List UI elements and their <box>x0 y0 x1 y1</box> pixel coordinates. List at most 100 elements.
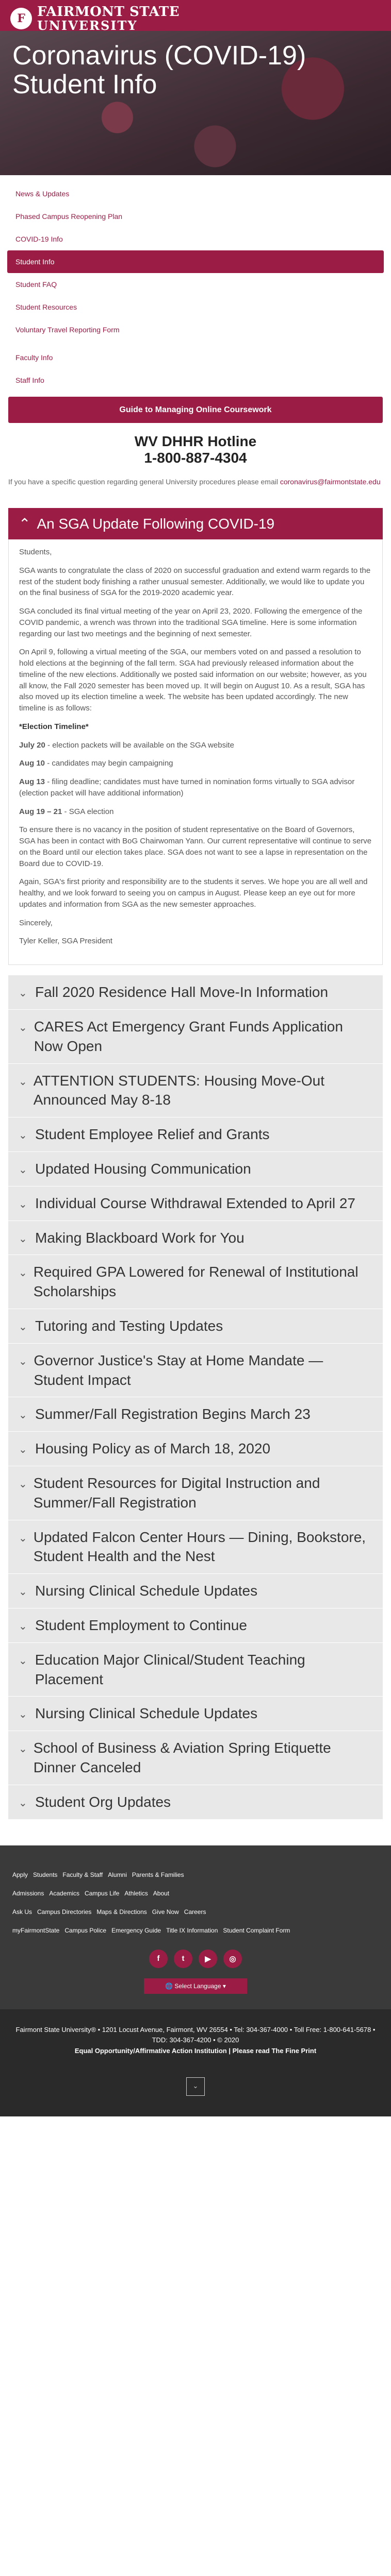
subnav-travel-form[interactable]: Voluntary Travel Reporting Form <box>7 318 384 341</box>
timeline-date: Aug 19 – 21 <box>19 807 62 816</box>
site-footer: Apply Students Faculty & Staff Alumni Parent… <box>0 1845 391 2009</box>
chevron-down-icon: ⌄ <box>192 2082 199 2090</box>
subnav-student-faq[interactable]: Student FAQ <box>7 273 384 296</box>
footer-link[interactable]: Ask Us <box>12 1908 32 1916</box>
footer-link[interactable]: Campus Directories <box>37 1908 91 1916</box>
chevron-down-icon: ⌄ <box>19 1620 27 1632</box>
accordion-open-item: ⌃ An SGA Update Following COVID-19 Stude… <box>8 508 383 965</box>
subnav-news[interactable]: News & Updates <box>7 182 384 205</box>
university-logo[interactable]: F FAIRMONT STATE UNIVERSITY <box>10 5 180 32</box>
accordion-item[interactable]: ⌄ School of Business & Aviation Spring Et… <box>8 1731 383 1785</box>
footer-link[interactable]: About <box>153 1890 169 1897</box>
accordion-item[interactable]: ⌄ Updated Falcon Center Hours — Dining, B… <box>8 1520 383 1574</box>
accordion-item[interactable]: ⌄ Summer/Fall Registration Begins March 2… <box>8 1397 383 1432</box>
chevron-down-icon: ⌄ <box>19 1586 27 1598</box>
footer-link[interactable]: Campus Police <box>64 1927 106 1934</box>
logo-line1: FAIRMONT STATE <box>37 4 180 20</box>
chevron-down-icon: ⌄ <box>19 1164 27 1176</box>
accordion-item[interactable]: ⌄ Governor Justice's Stay at Home Mandate… <box>8 1343 383 1398</box>
footer-eeo[interactable]: Equal Opportunity/Affirmative Action Ins… <box>12 2046 379 2057</box>
footer-link[interactable]: Emergency Guide <box>111 1927 161 1934</box>
footer-link[interactable]: Parents & Families <box>132 1871 184 1878</box>
footer-link[interactable]: Academics <box>49 1890 79 1897</box>
chevron-down-icon: ⌄ <box>19 1198 27 1210</box>
footer-link[interactable]: Apply <box>12 1871 28 1878</box>
subnav-staff-info[interactable]: Staff Info <box>7 369 384 392</box>
footer-link[interactable]: myFairmontState <box>12 1927 59 1934</box>
facebook-icon[interactable]: f <box>149 1949 168 1968</box>
subnav-student-resources[interactable]: Student Resources <box>7 296 384 318</box>
timeline-text: - SGA election <box>64 807 114 816</box>
footer-link[interactable]: Faculty & Staff <box>62 1871 103 1878</box>
footer-link[interactable]: Student Complaint Form <box>223 1927 290 1934</box>
timeline-item: July 20 - election packets will be avail… <box>19 740 372 751</box>
chevron-down-icon: ⌄ <box>19 1410 27 1421</box>
accordion-item[interactable]: ⌄ Updated Housing Communication <box>8 1151 383 1187</box>
salutation: Students, <box>19 548 52 557</box>
header-bar: F FAIRMONT STATE UNIVERSITY <box>0 0 391 32</box>
subnav-faculty-info[interactable]: Faculty Info <box>7 346 384 369</box>
accordion-item[interactable]: ⌄ Fall 2020 Residence Hall Move-In Inform… <box>8 975 383 1010</box>
hotline-title: WV DHHR Hotline <box>134 433 257 450</box>
chevron-down-icon: ⌄ <box>19 1355 27 1367</box>
chevron-down-icon: ⌄ <box>19 1709 27 1721</box>
accordion-item-title: Nursing Clinical Schedule Updates <box>35 1583 258 1599</box>
footer-link[interactable]: Careers <box>184 1908 206 1916</box>
accordion-body: Students, SGA wants to congratulate the … <box>8 539 383 965</box>
footer-link[interactable]: Campus Life <box>85 1890 119 1897</box>
accordion-item[interactable]: ⌄ Nursing Clinical Schedule Updates <box>8 1697 383 1732</box>
twitter-icon[interactable]: t <box>174 1949 192 1968</box>
accordion-item-title: Individual Course Withdrawal Extended to… <box>35 1195 356 1211</box>
accordion-item[interactable]: ⌄ Student Resources for Digital Instructi… <box>8 1466 383 1520</box>
footer-link[interactable]: Alumni <box>108 1871 127 1878</box>
accordion-item[interactable]: ⌄ ATTENTION STUDENTS: Housing Move-Out An… <box>8 1063 383 1118</box>
accordion-item[interactable]: ⌄ Student Org Updates <box>8 1785 383 1820</box>
accordion-item-title: Summer/Fall Registration Begins March 23 <box>35 1406 311 1422</box>
footer-link[interactable]: Title IX Information <box>166 1927 218 1934</box>
accordion-item[interactable]: ⌄ Nursing Clinical Schedule Updates <box>8 1574 383 1608</box>
chevron-down-icon: ⌄ <box>19 1743 27 1755</box>
accordion-item[interactable]: ⌄ Student Employee Relief and Grants <box>8 1117 383 1152</box>
language-select[interactable]: 🌐 Select Language ▾ <box>144 1978 247 1994</box>
accordion-item[interactable]: ⌄ Individual Course Withdrawal Extended t… <box>8 1186 383 1221</box>
subnav-student-info[interactable]: Student Info <box>7 250 384 273</box>
online-coursework-button[interactable]: Guide to Managing Online Coursework <box>8 397 383 423</box>
accordion-item[interactable]: ⌄ CARES Act Emergency Grant Funds Applica… <box>8 1009 383 1064</box>
youtube-icon[interactable]: ▶ <box>199 1949 217 1968</box>
accordion-item[interactable]: ⌄ Housing Policy as of March 18, 2020 <box>8 1432 383 1466</box>
subnav-reopening[interactable]: Phased Campus Reopening Plan <box>7 205 384 228</box>
accordion-item[interactable]: ⌄ Making Blackboard Work for You <box>8 1221 383 1256</box>
footer-link[interactable]: Athletics <box>124 1890 148 1897</box>
back-to-top-button[interactable]: ⌄ <box>186 2077 205 2096</box>
contact-note: If you have a specific question regardin… <box>0 466 391 508</box>
accordion-item-title: CARES Act Emergency Grant Funds Applicat… <box>34 1018 343 1054</box>
contact-email-link[interactable]: coronavirus@fairmontstate.edu <box>280 478 381 486</box>
paragraph-1: SGA wants to congratulate the class of 2… <box>19 566 371 598</box>
accordion-item[interactable]: ⌄ Required GPA Lowered for Renewal of Ins… <box>8 1255 383 1309</box>
footer-link[interactable]: Students <box>33 1871 57 1878</box>
timeline-item: Aug 10 - candidates may begin campaignin… <box>19 758 372 769</box>
page-title: Coronavirus (COVID-19) Student Info <box>12 41 306 100</box>
timeline-item: Aug 19 – 21 - SGA election <box>19 806 372 818</box>
footer-bottom: Fairmont State University® • 1201 Locust… <box>0 2009 391 2116</box>
accordion-item[interactable]: ⌄ Student Employment to Continue <box>8 1608 383 1643</box>
accordion-item-title: Education Major Clinical/Student Teachin… <box>35 1651 305 1687</box>
accordion-header[interactable]: ⌃ An SGA Update Following COVID-19 <box>8 508 383 540</box>
paragraph-4: To ensure there is no vacancy in the pos… <box>19 825 372 868</box>
accordion-item-title: Student Resources for Digital Instructio… <box>33 1475 320 1511</box>
accordion-item[interactable]: ⌄ Tutoring and Testing Updates <box>8 1309 383 1344</box>
chevron-down-icon: ⌄ <box>19 1130 27 1142</box>
footer-link[interactable]: Admissions <box>12 1890 44 1897</box>
accordion-item-title: ATTENTION STUDENTS: Housing Move-Out Ann… <box>33 1072 325 1108</box>
instagram-icon[interactable]: ◎ <box>223 1949 242 1968</box>
footer-link[interactable]: Give Now <box>152 1908 179 1916</box>
chevron-down-icon: ⌄ <box>19 1321 27 1333</box>
footer-links-row-3: Ask Us Campus Directories Maps & Direction… <box>12 1908 379 1916</box>
accordion-item[interactable]: ⌄ Education Major Clinical/Student Teachi… <box>8 1642 383 1697</box>
timeline-heading: *Election Timeline* <box>19 722 89 731</box>
cta-label: Guide to Managing Online Coursework <box>119 405 272 414</box>
chevron-up-icon: ⌃ <box>19 516 31 532</box>
footer-link[interactable]: Maps & Directions <box>96 1908 146 1916</box>
subnav-covid-info[interactable]: COVID-19 Info <box>7 228 384 250</box>
chevron-down-icon: ▾ <box>222 1982 226 1990</box>
